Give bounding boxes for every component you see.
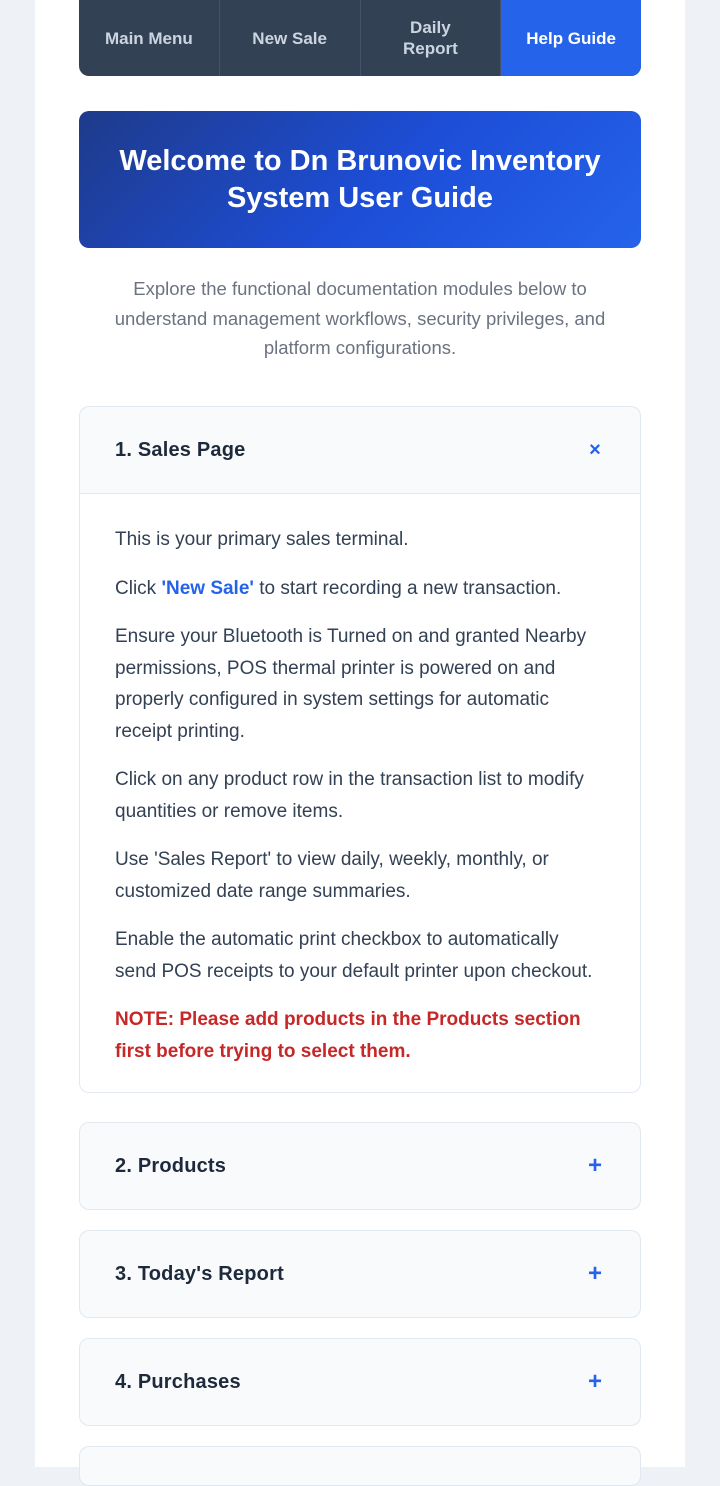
top-nav: Main Menu New Sale Daily Report Help Gui… — [79, 0, 641, 76]
help-paragraph: Use 'Sales Report' to view daily, weekly… — [115, 849, 549, 902]
accordion-title: 3. Today's Report — [115, 1262, 284, 1285]
hero-banner: Welcome to Dn Brunovic Inventory System … — [79, 111, 641, 248]
nav-daily-report[interactable]: Daily Report — [361, 0, 502, 76]
new-sale-link[interactable]: 'New Sale' — [161, 578, 253, 599]
help-text: Click — [115, 577, 162, 599]
accordion-header-products[interactable]: 2. Products + — [80, 1123, 640, 1209]
warning-note: NOTE: Please add products in the Product… — [115, 1009, 581, 1062]
accordion-body-sales-page: This is your primary sales terminal. Cli… — [80, 493, 640, 1092]
nav-new-sale-label: New Sale — [252, 28, 327, 48]
accordion-header-sales-page[interactable]: 1. Sales Page × — [80, 407, 640, 493]
help-paragraph: Click 'New Sale' to start recording a ne… — [115, 573, 605, 605]
plus-icon[interactable]: + — [585, 1368, 605, 1396]
help-paragraph: Click on any product row in the transact… — [115, 769, 584, 822]
help-paragraph: Ensure your Bluetooth is Turned on and g… — [115, 626, 587, 742]
accordion-title: 1. Sales Page — [115, 438, 246, 461]
close-icon[interactable]: × — [585, 439, 605, 462]
nav-new-sale[interactable]: New Sale — [220, 0, 361, 76]
accordion-header-todays-report[interactable]: 3. Today's Report + — [80, 1231, 640, 1317]
plus-icon[interactable]: + — [585, 1152, 605, 1180]
accordion-title: 2. Products — [115, 1154, 227, 1177]
nav-daily-report-label: Daily Report — [402, 18, 458, 58]
accordion-title: 4. Purchases — [115, 1370, 241, 1393]
page-title: Welcome to Dn Brunovic Inventory System … — [119, 144, 601, 214]
accordion-todays-report: 3. Today's Report + — [79, 1230, 641, 1318]
nav-help-guide[interactable]: Help Guide — [501, 0, 641, 76]
page-container: Main Menu New Sale Daily Report Help Gui… — [35, 0, 685, 1486]
plus-icon[interactable]: + — [585, 1260, 605, 1288]
accordion-next-partial[interactable] — [79, 1446, 641, 1486]
nav-help-guide-label: Help Guide — [526, 28, 616, 48]
help-paragraph: Enable the automatic print checkbox to a… — [115, 929, 593, 982]
accordion-purchases: 4. Purchases + — [79, 1338, 641, 1426]
help-paragraph: This is your primary sales terminal. — [115, 529, 409, 550]
accordion-header-purchases[interactable]: 4. Purchases + — [80, 1339, 640, 1425]
accordion-products: 2. Products + — [79, 1122, 641, 1210]
nav-main-menu[interactable]: Main Menu — [79, 0, 220, 76]
accordion-sales-page: 1. Sales Page × This is your primary sal… — [79, 406, 641, 1093]
intro-text: Explore the functional documentation mod… — [114, 278, 606, 358]
help-text: to start recording a new transaction. — [253, 577, 562, 599]
nav-main-menu-label: Main Menu — [104, 28, 193, 48]
